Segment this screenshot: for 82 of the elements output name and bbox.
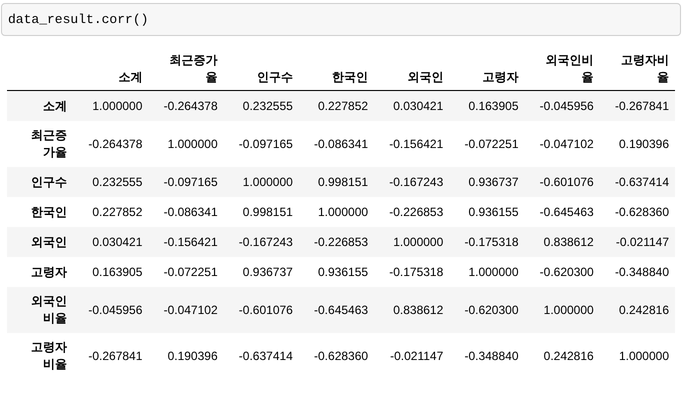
table-cell: -0.167243 xyxy=(238,234,293,248)
table-cell: 0.232555 xyxy=(92,174,142,188)
table-cell: 0.163905 xyxy=(468,98,518,112)
row-header: 최근증가율 xyxy=(30,126,68,160)
table-cell: 0.232555 xyxy=(242,98,293,112)
table-cell: 1.000000 xyxy=(92,98,142,112)
table-cell: -0.047102 xyxy=(164,302,218,316)
table-cell: -0.620300 xyxy=(464,302,518,316)
table-cell: 0.998151 xyxy=(242,204,293,218)
table-cell: 1.000000 xyxy=(544,302,594,316)
table-cell: -0.637414 xyxy=(614,174,669,188)
table-cell: 1.000000 xyxy=(393,234,444,248)
table-cell: -0.021147 xyxy=(616,234,669,248)
row-header: 고령자비율 xyxy=(30,338,68,372)
table-cell: -0.645463 xyxy=(314,302,368,316)
table-cell: -0.086341 xyxy=(314,136,368,150)
table-cell: -0.175318 xyxy=(389,264,444,278)
table-cell: 0.242816 xyxy=(544,348,594,362)
table-cell: 1.000000 xyxy=(468,264,518,278)
table-cell: -0.097165 xyxy=(238,136,293,150)
table-cell: -0.047102 xyxy=(540,136,594,150)
table-cell: 0.030421 xyxy=(393,98,444,112)
table-cell: -0.348840 xyxy=(464,348,518,362)
table-cell: -0.226853 xyxy=(389,204,444,218)
row-header: 인구수 xyxy=(31,174,68,190)
table-cell: 0.936737 xyxy=(242,264,293,278)
table-cell: -0.601076 xyxy=(540,174,594,188)
column-header: 인구수 xyxy=(256,68,293,86)
table-cell: 0.936737 xyxy=(468,174,518,188)
table-cell: -0.175318 xyxy=(464,234,518,248)
table-cell: -0.348840 xyxy=(614,264,669,278)
table-cell: -0.264378 xyxy=(88,136,142,150)
table-cell: 1.000000 xyxy=(618,348,669,362)
table-cell: 0.190396 xyxy=(618,136,669,150)
table-cell: 0.998151 xyxy=(318,174,368,188)
table-cell: -0.097165 xyxy=(164,174,218,188)
column-header: 한국인 xyxy=(332,68,368,86)
table-cell: -0.637414 xyxy=(238,348,293,362)
table-cell: 1.000000 xyxy=(318,204,368,218)
table-cell: -0.645463 xyxy=(540,204,594,218)
code-cell[interactable]: data_result.corr() xyxy=(1,3,681,36)
table-cell: -0.601076 xyxy=(238,302,293,316)
table-cell: -0.267841 xyxy=(88,348,142,362)
table-cell: 0.838612 xyxy=(544,234,594,248)
table-cell: -0.167243 xyxy=(389,174,444,188)
row-header: 외국인 xyxy=(31,234,68,250)
column-header: 외국인 xyxy=(407,68,444,86)
column-header: 소계 xyxy=(118,68,142,86)
table-cell: -0.267841 xyxy=(614,98,669,112)
table-cell: -0.086341 xyxy=(164,204,218,218)
column-header: 최근증가율 xyxy=(168,52,218,86)
table-cell: 0.936155 xyxy=(318,264,368,278)
table-cell: -0.072251 xyxy=(164,264,218,278)
table-cell: -0.156421 xyxy=(164,234,218,248)
row-header: 외국인비율 xyxy=(30,292,68,326)
code-text: data_result.corr() xyxy=(8,10,148,29)
table-cell: -0.620300 xyxy=(540,264,594,278)
table-cell: -0.045956 xyxy=(540,98,594,112)
table-cell: -0.045956 xyxy=(88,302,142,316)
table-cell: -0.021147 xyxy=(390,348,444,362)
table-cell: 0.163905 xyxy=(92,264,142,278)
table-cell: 1.000000 xyxy=(242,174,293,188)
table-cell: 0.227852 xyxy=(318,98,368,112)
table-cell: -0.156421 xyxy=(389,136,444,150)
table-cell: 0.242816 xyxy=(618,302,669,316)
table-cell: 0.838612 xyxy=(393,302,444,316)
column-header: 고령자 xyxy=(482,68,518,86)
table-cell: 0.030421 xyxy=(92,234,142,248)
table-cell: -0.628360 xyxy=(614,204,669,218)
column-header: 외국인비율 xyxy=(544,52,594,86)
table-cell: 0.936155 xyxy=(468,204,518,218)
table-cell: 1.000000 xyxy=(168,136,218,150)
row-header: 고령자 xyxy=(31,264,68,280)
table-cell: 0.227852 xyxy=(92,204,142,218)
table-cell: -0.628360 xyxy=(314,348,368,362)
row-header: 한국인 xyxy=(31,204,68,220)
table-cell: 0.190396 xyxy=(168,348,218,362)
column-header: 고령자비율 xyxy=(620,52,669,86)
row-header: 소계 xyxy=(43,98,68,114)
table-cell: -0.264378 xyxy=(164,98,218,112)
table-cell: -0.072251 xyxy=(464,136,518,150)
table-cell: -0.226853 xyxy=(314,234,368,248)
